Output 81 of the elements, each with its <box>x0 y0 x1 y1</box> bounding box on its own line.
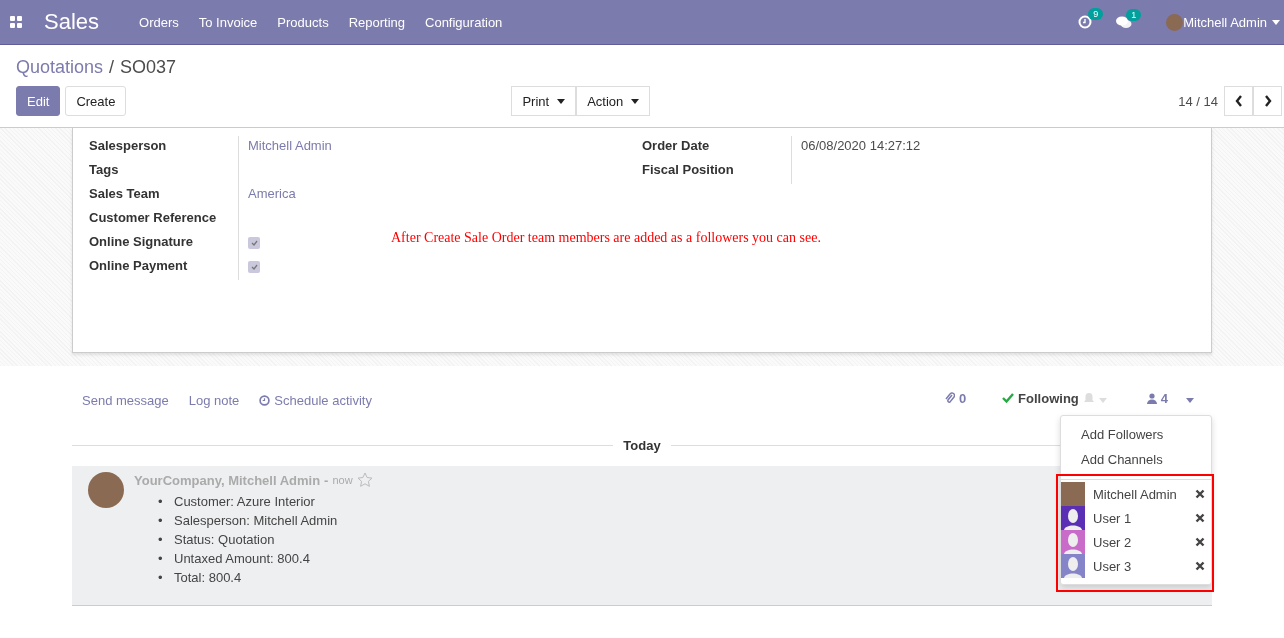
field-label: Salesperson <box>89 136 239 160</box>
clock-icon <box>259 394 271 406</box>
apps-menu-icon[interactable] <box>10 16 22 28</box>
caret-icon <box>557 98 566 104</box>
follower-name[interactable]: User 3 <box>1093 558 1195 574</box>
message-separator: - <box>324 472 329 488</box>
author-avatar <box>88 472 124 508</box>
field-label: Tags <box>89 160 239 184</box>
menu-item[interactable]: Orders <box>139 14 179 30</box>
follower-name[interactable]: User 2 <box>1093 534 1195 550</box>
person-icon <box>1146 392 1157 404</box>
app-title: Sales <box>44 9 100 35</box>
checkbox[interactable] <box>248 261 260 273</box>
activity-count-badge: 9 <box>1088 8 1104 20</box>
followers-button[interactable]: 4 <box>1146 390 1194 406</box>
breadcrumb-separator: / <box>109 57 115 78</box>
remove-icon[interactable] <box>1195 561 1205 571</box>
tracking-value: Untaxed Amount: 800.4 <box>174 550 310 568</box>
checkbox[interactable] <box>248 237 260 249</box>
user-avatar <box>1166 13 1184 31</box>
chat-bubbles-icon[interactable] <box>1116 15 1133 29</box>
field-label: Online Signature <box>89 232 239 256</box>
bullet: • <box>158 531 164 549</box>
dropdown-item[interactable]: Add Channels <box>1061 447 1211 472</box>
field-label: Fiscal Position <box>642 160 792 184</box>
tracking-value: Status: Quotation <box>174 531 275 549</box>
annotation-note: After Create Sale Order team members are added as a followers you can see. <box>391 230 821 246</box>
attachments-button[interactable]: 0 <box>944 390 967 406</box>
caret-icon <box>1186 397 1194 403</box>
tracking-value: Total: 800.4 <box>174 569 242 587</box>
remove-icon[interactable] <box>1195 489 1205 499</box>
field-label: Customer Reference <box>89 208 239 232</box>
follower-name[interactable]: Mitchell Admin <box>1093 486 1195 502</box>
bullet: • <box>158 569 164 587</box>
chatter-action-link[interactable]: Log note <box>188 392 240 408</box>
field-value: 06/08/2020 14:27:12 <box>801 138 921 153</box>
menu-item[interactable]: Reporting <box>348 14 405 30</box>
bullet: • <box>158 550 164 568</box>
chatter-action-link[interactable]: Schedule activity <box>259 392 372 408</box>
field-label: Sales Team <box>89 184 239 208</box>
caret-icon <box>631 98 640 104</box>
bullet: • <box>158 512 164 530</box>
menu-item[interactable]: To Invoice <box>198 14 258 30</box>
user-menu[interactable]: Mitchell Admin <box>1183 14 1280 30</box>
message-time: now <box>332 474 353 486</box>
bullet: • <box>158 493 164 511</box>
chatter-action-link[interactable]: Send message <box>82 392 169 408</box>
following-button[interactable]: Following <box>1002 390 1107 406</box>
chevron-right-icon <box>1263 95 1272 107</box>
dropdown-item[interactable]: Add Followers <box>1061 422 1211 447</box>
menu-item[interactable]: Products <box>277 14 329 30</box>
caret-icon <box>1272 19 1280 25</box>
message-author: YourCompany, Mitchell Admin <box>134 472 321 488</box>
tracking-value: Customer: Azure Interior <box>174 493 315 511</box>
field-label: Order Date <box>642 136 792 160</box>
dropdown-button[interactable]: Action <box>576 86 651 116</box>
pager-value: 14 / 14 <box>1178 93 1218 109</box>
breadcrumb-current: SO037 <box>120 57 177 78</box>
caret-icon <box>1098 397 1107 403</box>
chevron-left-icon <box>1234 95 1243 107</box>
next-button[interactable] <box>1253 86 1282 116</box>
tracking-value: Salesperson: Mitchell Admin <box>174 512 338 530</box>
field-label: Online Payment <box>89 256 239 280</box>
previous-button[interactable] <box>1224 86 1253 116</box>
follower-name[interactable]: User 1 <box>1093 510 1195 526</box>
photo-placeholder <box>1061 482 1085 506</box>
remove-icon[interactable] <box>1195 537 1205 547</box>
create-button[interactable]: Create <box>65 86 127 116</box>
menu-item[interactable]: Configuration <box>425 14 503 30</box>
star-icon[interactable] <box>356 472 373 488</box>
dropdown-button[interactable]: Print <box>511 86 577 116</box>
edit-button[interactable]: Edit <box>16 86 61 116</box>
message-count-badge: 1 <box>1126 8 1142 21</box>
clock-icon[interactable] <box>1078 15 1093 29</box>
date-separator: Today <box>623 438 661 453</box>
field-value-link[interactable]: Mitchell Admin <box>248 138 332 153</box>
breadcrumb-link[interactable]: Quotations <box>16 57 104 78</box>
paperclip-icon <box>944 392 955 404</box>
remove-icon[interactable] <box>1195 513 1205 523</box>
field-value-link[interactable]: America <box>248 186 296 201</box>
checkmark-icon <box>1002 393 1015 403</box>
